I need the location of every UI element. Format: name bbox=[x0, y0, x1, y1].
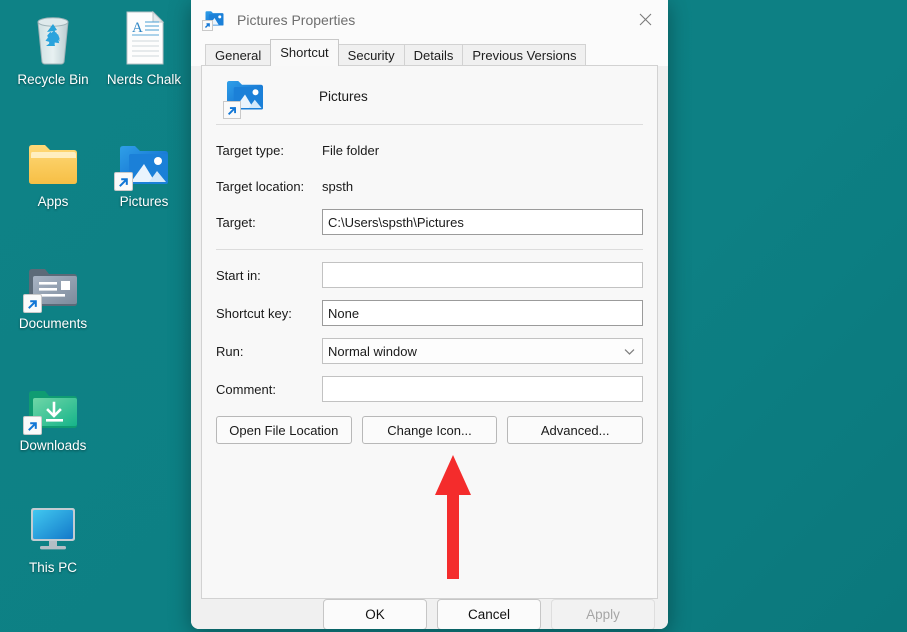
field-row-comment: Comment: bbox=[202, 376, 657, 402]
open-file-location-button[interactable]: Open File Location bbox=[216, 416, 352, 444]
ok-button[interactable]: OK bbox=[323, 599, 427, 629]
pictures-shortcut-icon bbox=[223, 76, 266, 119]
tab-details[interactable]: Details bbox=[403, 44, 464, 66]
change-icon-button[interactable]: Change Icon... bbox=[361, 416, 498, 444]
tab-general[interactable]: General bbox=[205, 44, 272, 66]
pictures-properties-dialog: Pictures Properties General Shortcut Sec… bbox=[191, 0, 668, 629]
text-document-icon: A bbox=[97, 8, 191, 66]
desktop-icon-apps[interactable]: Apps bbox=[6, 130, 100, 210]
cancel-button[interactable]: Cancel bbox=[437, 599, 541, 629]
header-divider bbox=[216, 124, 643, 125]
tab-shortcut[interactable]: Shortcut bbox=[270, 39, 339, 66]
shortcut-overlay-icon bbox=[223, 101, 241, 119]
field-row-target-type: Target type: File folder bbox=[202, 139, 657, 161]
desktop-icon-label: Apps bbox=[37, 194, 69, 209]
desktop-icon-documents[interactable]: Documents bbox=[6, 252, 100, 332]
folder-icon bbox=[6, 130, 100, 188]
recycle-bin-icon bbox=[6, 8, 100, 66]
field-row-shortcut-key: Shortcut key: None bbox=[202, 300, 657, 326]
chevron-down-icon bbox=[624, 344, 635, 359]
field-row-target-location: Target location: spsth bbox=[202, 175, 657, 197]
field-label: Target: bbox=[216, 214, 256, 230]
shortcut-overlay-icon bbox=[114, 172, 133, 191]
target-input[interactable]: C:\Users\spsth\Pictures bbox=[322, 209, 643, 235]
tab-previous-versions[interactable]: Previous Versions bbox=[462, 44, 587, 66]
field-label: Start in: bbox=[216, 267, 261, 283]
shortcut-tab-panel: Pictures Target type: File folder Target… bbox=[201, 65, 658, 599]
desktop-icon-label: Recycle Bin bbox=[17, 72, 89, 87]
section-divider bbox=[216, 249, 643, 250]
comment-input[interactable] bbox=[322, 376, 643, 402]
shortcut-overlay-icon bbox=[23, 294, 42, 313]
desktop-icon-downloads[interactable]: Downloads bbox=[6, 374, 100, 454]
desktop-icon-label: Pictures bbox=[119, 194, 169, 209]
start-in-input[interactable] bbox=[322, 262, 643, 288]
svg-text:A: A bbox=[132, 20, 143, 36]
shortcut-overlay-icon bbox=[202, 20, 213, 31]
field-label: Run: bbox=[216, 343, 244, 359]
field-row-target: Target: C:\Users\spsth\Pictures bbox=[202, 209, 657, 235]
shortcut-overlay-icon bbox=[23, 416, 42, 435]
field-label: Shortcut key: bbox=[216, 305, 292, 321]
desktop-icon-label: Downloads bbox=[19, 438, 87, 453]
desktop-icon-label: Nerds Chalk bbox=[106, 72, 182, 87]
dialog-footer: OK Cancel Apply bbox=[191, 599, 668, 629]
pictures-folder-icon bbox=[97, 130, 191, 191]
documents-folder-icon bbox=[6, 252, 100, 313]
field-row-start-in: Start in: bbox=[202, 262, 657, 288]
tab-strip: General Shortcut Security Details Previo… bbox=[191, 39, 668, 66]
field-row-run: Run: Normal window bbox=[202, 338, 657, 364]
run-dropdown-value: Normal window bbox=[328, 343, 417, 359]
apply-button: Apply bbox=[551, 599, 655, 629]
desktop-icon-this-pc[interactable]: This PC bbox=[6, 496, 100, 576]
dialog-title-bar[interactable]: Pictures Properties bbox=[191, 0, 668, 39]
field-label: Comment: bbox=[216, 381, 276, 397]
field-value: File folder bbox=[322, 142, 380, 158]
field-label: Target type: bbox=[216, 142, 284, 158]
shortcut-key-input[interactable]: None bbox=[322, 300, 643, 326]
desktop-icon-pictures[interactable]: Pictures bbox=[97, 130, 191, 210]
field-label: Target location: bbox=[216, 178, 305, 194]
desktop-icon-nerds-chalk[interactable]: A Nerds Chalk bbox=[97, 8, 191, 88]
pictures-shortcut-icon bbox=[202, 9, 225, 31]
downloads-folder-icon bbox=[6, 374, 100, 435]
desktop-icon-label: Documents bbox=[18, 316, 88, 331]
close-icon[interactable] bbox=[622, 0, 668, 39]
shortcut-item-header: Pictures bbox=[202, 66, 657, 119]
shortcut-item-name: Pictures bbox=[319, 88, 368, 104]
monitor-icon bbox=[6, 496, 100, 554]
tab-security[interactable]: Security bbox=[337, 44, 405, 66]
dialog-title: Pictures Properties bbox=[237, 11, 356, 28]
advanced-button[interactable]: Advanced... bbox=[507, 416, 644, 444]
desktop-icon-recycle-bin[interactable]: Recycle Bin bbox=[6, 8, 100, 88]
shortcut-action-buttons: Open File Location Change Icon... Advanc… bbox=[202, 416, 657, 444]
run-dropdown[interactable]: Normal window bbox=[322, 338, 643, 364]
desktop-icon-label: This PC bbox=[28, 560, 77, 575]
field-value: spsth bbox=[322, 178, 354, 194]
